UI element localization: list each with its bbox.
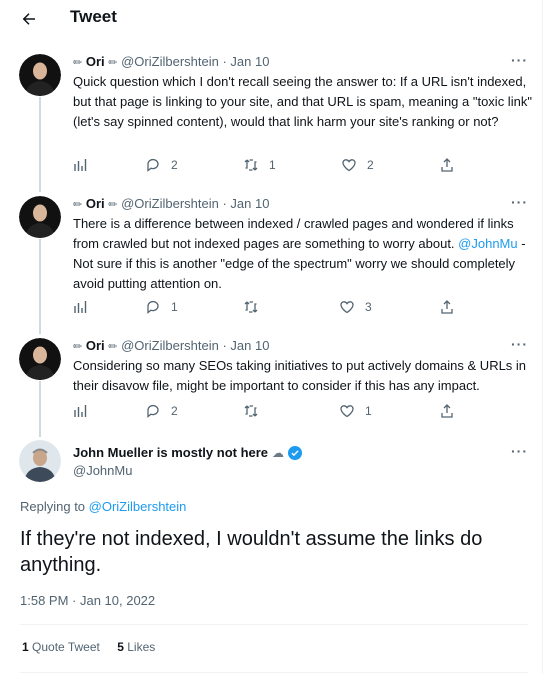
like-count: 2 [367,158,374,172]
like-count: 3 [365,300,372,314]
avatar[interactable] [19,196,61,238]
thread-tweet[interactable]: ✏ Ori ✏ @OriZilbershtein · Jan 10 ··· Co… [0,334,543,434]
like-button[interactable]: 3 [339,298,372,316]
pencil-icon: ✏ [73,57,83,69]
quote-label: Quote Tweet [32,640,100,654]
share-icon[interactable] [439,156,455,174]
tweet-header: ✏ Ori ✏ @OriZilbershtein · Jan 10 [73,338,270,353]
author-handle[interactable]: @OriZilbershtein [121,338,219,353]
retweet-icon [244,301,258,313]
reply-button[interactable]: 2 [145,402,178,420]
reply-icon [147,404,159,418]
tweet-date[interactable]: Jan 10 [230,54,269,69]
replying-to-link[interactable]: @OriZilbershtein [89,499,187,514]
like-count: 5 [117,640,124,654]
avatar[interactable] [19,54,61,96]
tweet-actions: 2 1 [73,402,453,420]
divider [20,672,528,673]
page-title: Tweet [70,7,117,26]
replying-to: Replying to @OriZilbershtein [20,499,186,514]
divider [20,624,528,625]
author-name[interactable]: Ori [86,338,105,353]
heart-icon [340,301,354,314]
pencil-icon: ✏ [108,341,118,353]
author-display-name: John Mueller is mostly not here [73,445,269,460]
analytics-icon[interactable] [73,298,89,316]
like-button[interactable]: 1 [339,402,372,420]
likes-link[interactable]: 5 Likes [117,640,155,654]
author-handle[interactable]: @JohnMu [73,463,132,478]
replying-to-label: Replying to [20,499,89,514]
author-handle[interactable]: @OriZilbershtein [121,196,219,211]
retweet-icon [244,159,258,171]
tweet-header: ✏ Ori ✏ @OriZilbershtein · Jan 10 [73,54,270,69]
heart-icon [342,159,356,172]
reply-count: 1 [171,300,178,314]
retweet-count: 1 [269,158,276,172]
quote-tweets-link[interactable]: 1 Quote Tweet [22,640,100,654]
tweet-timestamp[interactable]: 1:58 PM · Jan 10, 2022 [20,593,155,608]
tweet-actions: 2 1 2 [73,156,453,174]
retweet-button[interactable] [243,402,269,420]
likes-label: Likes [127,640,156,654]
share-icon[interactable] [439,402,455,420]
thread-tweet[interactable]: ✏ Ori ✏ @OriZilbershtein · Jan 10 ··· Qu… [0,50,543,190]
more-options-icon[interactable]: ··· [511,52,528,68]
reply-count: 2 [171,158,178,172]
avatar[interactable] [19,338,61,380]
reply-icon [147,158,159,172]
more-options-icon[interactable]: ··· [511,336,528,352]
pencil-icon: ✏ [73,341,83,353]
tweet-text-part: There is a difference between indexed / … [73,216,514,251]
share-icon[interactable] [439,298,455,316]
tweet-actions: 1 3 [73,298,453,316]
author-name[interactable]: Ori [86,54,105,69]
author-handle[interactable]: @OriZilbershtein [121,54,219,69]
tweet-page: Tweet ✏ Ori ✏ @OriZilbershtein · Jan 10 … [0,0,543,674]
main-tweet-text: If they're not indexed, I wouldn't assum… [20,528,483,576]
pencil-icon: ✏ [108,57,118,69]
tweet-date[interactable]: Jan 10 [230,196,269,211]
verified-badge-icon [288,445,303,460]
reply-count: 2 [171,404,178,418]
author-name[interactable]: John Mueller is mostly not here ☁ [73,445,303,460]
quote-count: 1 [22,640,29,654]
thread-tweet[interactable]: ✏ Ori ✏ @OriZilbershtein · Jan 10 ··· Th… [0,192,543,332]
retweet-button[interactable] [243,298,269,316]
analytics-icon[interactable] [73,156,89,174]
tweet-date[interactable]: Jan 10 [230,338,269,353]
retweet-icon [244,405,258,417]
pencil-icon: ✏ [73,199,83,211]
pencil-icon: ✏ [108,199,118,211]
retweet-button[interactable]: 1 [243,156,276,174]
mention-link[interactable]: @JohnMu [458,236,517,251]
more-options-icon[interactable]: ··· [511,194,528,210]
tweet-text: Quick question which I don't recall seei… [73,74,532,129]
more-options-icon[interactable]: ··· [511,443,528,459]
reply-button[interactable]: 1 [145,298,178,316]
like-count: 1 [365,404,372,418]
reply-icon [147,300,159,314]
author-name[interactable]: Ori [86,196,105,211]
tweet-header: ✏ Ori ✏ @OriZilbershtein · Jan 10 [73,196,270,211]
heart-icon [340,405,354,418]
analytics-icon[interactable] [73,402,89,420]
tweet-text: Considering so many SEOs taking initiati… [73,358,527,393]
page-header: Tweet [0,0,543,38]
cloud-icon: ☁ [272,445,285,460]
reply-button[interactable]: 2 [145,156,178,174]
avatar[interactable] [19,440,61,482]
arrow-left-icon[interactable] [18,8,40,30]
engagement-stats: 1 Quote Tweet 5 Likes [22,640,169,654]
like-button[interactable]: 2 [341,156,374,174]
tweet-text: There is a difference between indexed / … [73,214,533,294]
